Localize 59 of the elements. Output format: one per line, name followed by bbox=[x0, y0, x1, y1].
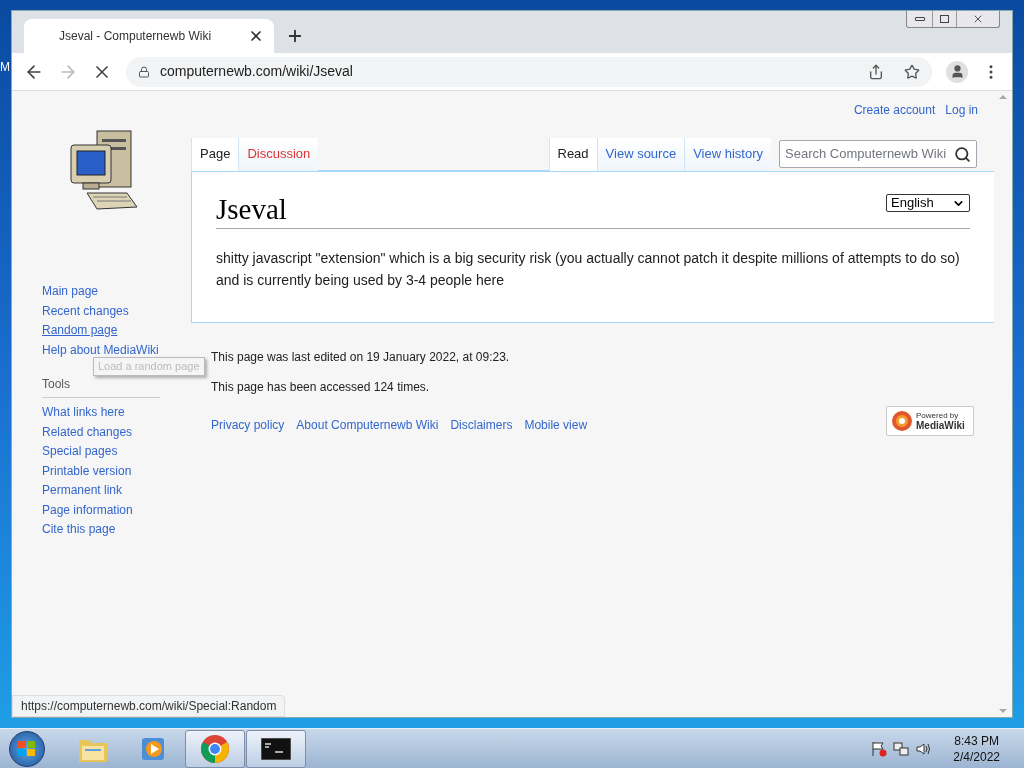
start-button[interactable] bbox=[9, 730, 45, 767]
sidebar-link[interactable]: Permanent link bbox=[42, 481, 123, 501]
badge-text: MediaWiki bbox=[916, 421, 965, 431]
status-bubble: https://computernewb.com/wiki/Special:Random bbox=[12, 695, 286, 717]
badge-text: Powered by bbox=[916, 411, 960, 421]
article-text: shitty javascript "extension" which is a big security risk (you actually cannot patch it despite millions of attempts to do so) and is currently being used by 3-4 people here bbox=[216, 249, 961, 290]
url-text: computernewb.com/wiki/Jseval bbox=[160, 62, 354, 81]
page-tab[interactable]: Discussion bbox=[238, 138, 319, 171]
sidebar-link[interactable]: Random page bbox=[42, 321, 118, 341]
sidebar-link[interactable]: Help about MediaWiki bbox=[42, 340, 159, 360]
sidebar-link[interactable]: Printable version bbox=[42, 461, 132, 481]
flower-logo-icon bbox=[891, 410, 913, 432]
page-tab[interactable]: Page bbox=[191, 138, 239, 171]
powered-by-badge[interactable]: Powered by MediaWiki bbox=[886, 406, 974, 436]
lock-icon bbox=[138, 65, 150, 78]
search-field[interactable]: Search Computernewb Wiki bbox=[779, 140, 977, 168]
account-link[interactable]: Log in bbox=[945, 101, 978, 118]
page-title: Jseval bbox=[216, 192, 287, 227]
sidebar-link[interactable]: Page information bbox=[42, 500, 133, 520]
search-icon[interactable] bbox=[954, 145, 971, 163]
close-icon bbox=[972, 13, 984, 25]
view-tab[interactable]: Read bbox=[548, 138, 597, 171]
chrome-icon bbox=[200, 733, 230, 764]
footer-link[interactable]: Mobile view bbox=[524, 416, 588, 434]
terminal-icon bbox=[261, 737, 291, 760]
desktop-icon-label: M bbox=[0, 59, 10, 76]
sidebar-link[interactable]: Special pages bbox=[42, 442, 118, 462]
profile-avatar[interactable] bbox=[946, 60, 968, 83]
speaker-icon bbox=[915, 740, 932, 757]
footer-link[interactable]: About Computernewb Wiki bbox=[296, 416, 439, 434]
bookmark-star-icon[interactable] bbox=[904, 63, 920, 80]
footer-link[interactable]: Privacy policy bbox=[211, 416, 285, 434]
sidebar-link[interactable]: What links here bbox=[42, 403, 125, 423]
share-icon[interactable] bbox=[868, 63, 884, 80]
address-bar[interactable]: computernewb.com/wiki/Jseval bbox=[126, 56, 932, 87]
view-tab[interactable]: View source bbox=[596, 138, 685, 171]
tab-title: Jseval - Computernewb Wiki bbox=[59, 28, 213, 45]
view-tab[interactable]: View history bbox=[684, 138, 771, 171]
windows-logo-icon bbox=[18, 740, 36, 757]
close-icon[interactable] bbox=[248, 28, 264, 44]
language-select[interactable]: English bbox=[886, 194, 970, 212]
browser-tab[interactable]: Jseval - Computernewb Wiki bbox=[24, 19, 274, 53]
footer-link[interactable]: Disclaimers bbox=[450, 416, 513, 434]
account-link[interactable]: Create account bbox=[853, 101, 936, 118]
sidebar-link[interactable]: Related changes bbox=[42, 422, 133, 442]
new-tab-icon[interactable] bbox=[286, 27, 304, 45]
clock-time[interactable]: 8:43 PM bbox=[954, 732, 999, 749]
footer-info: This page was last edited on 19 January 2022, at 09:23. bbox=[211, 349, 511, 366]
network-icon bbox=[893, 740, 910, 757]
sidebar-link[interactable]: Main page bbox=[42, 282, 99, 302]
footer-info: This page has been accessed 124 times. bbox=[211, 379, 431, 396]
sidebar-link[interactable]: Cite this page bbox=[42, 520, 116, 540]
tools-heading: Tools bbox=[42, 375, 160, 398]
search-placeholder: Search Computernewb Wiki bbox=[785, 145, 948, 164]
clock-date[interactable]: 2/4/2022 bbox=[953, 748, 1000, 765]
flag-icon bbox=[871, 740, 888, 757]
tooltip: Load a random page bbox=[93, 357, 205, 376]
sidebar-link[interactable]: Recent changes bbox=[42, 301, 129, 321]
taskbar-app[interactable] bbox=[246, 729, 306, 768]
